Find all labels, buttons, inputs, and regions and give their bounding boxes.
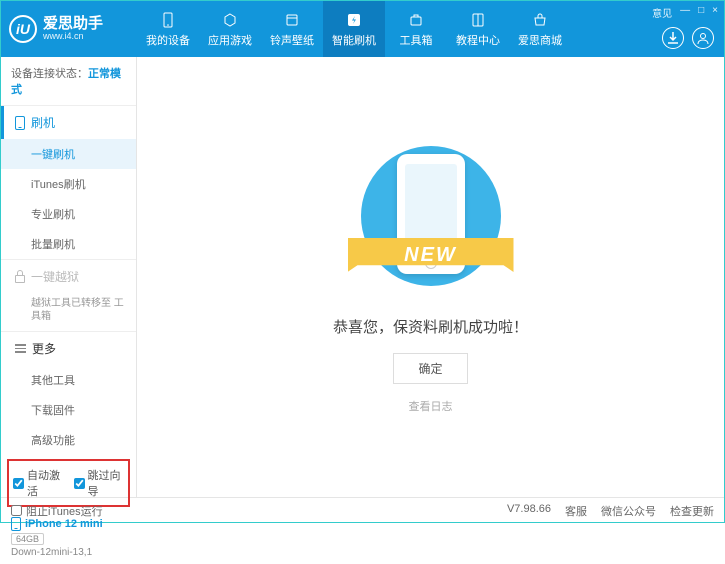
user-button[interactable] bbox=[692, 27, 714, 49]
sidebar-item-more-0[interactable]: 其他工具 bbox=[1, 365, 136, 395]
sidebar-item-more-2[interactable]: 高级功能 bbox=[1, 425, 136, 455]
device-storage: 64GB bbox=[11, 533, 44, 545]
logo-icon: iU bbox=[9, 15, 37, 43]
nav-phone[interactable]: 我的设备 bbox=[137, 1, 199, 57]
device-info[interactable]: iPhone 12 mini 64GB Down-12mini-13,1 bbox=[1, 511, 136, 564]
download-button[interactable] bbox=[662, 27, 684, 49]
ring-icon bbox=[282, 10, 302, 30]
tools-icon bbox=[406, 10, 426, 30]
connection-status: 设备连接状态：正常模式 bbox=[1, 57, 136, 105]
lock-icon bbox=[15, 275, 25, 283]
brand-url: www.i4.cn bbox=[43, 32, 103, 42]
sidebar-section-more[interactable]: 更多 bbox=[1, 332, 136, 365]
minimize-button[interactable]: — bbox=[680, 5, 690, 20]
sidebar: 设备连接状态：正常模式 刷机 一键刷机iTunes刷机专业刷机批量刷机 一键越狱… bbox=[1, 57, 137, 497]
success-illustration: NEW bbox=[356, 140, 506, 300]
shop-icon bbox=[530, 10, 550, 30]
phone-icon bbox=[11, 517, 21, 531]
version-label: V7.98.66 bbox=[507, 503, 551, 519]
device-model: Down-12mini-13,1 bbox=[11, 547, 126, 558]
nav-apps[interactable]: 应用游戏 bbox=[199, 1, 261, 57]
feedback-button[interactable]: 意见 bbox=[652, 5, 672, 20]
nav-tools[interactable]: 工具箱 bbox=[385, 1, 447, 57]
sidebar-section-flash[interactable]: 刷机 bbox=[1, 106, 136, 139]
maximize-button[interactable]: □ bbox=[698, 5, 704, 20]
view-log-link[interactable]: 查看日志 bbox=[409, 398, 453, 414]
sidebar-item-flash-3[interactable]: 批量刷机 bbox=[1, 229, 136, 259]
wechat-link[interactable]: 微信公众号 bbox=[601, 503, 656, 519]
logo-area: iU 爱思助手 www.i4.cn bbox=[9, 15, 137, 43]
sidebar-item-flash-1[interactable]: iTunes刷机 bbox=[1, 169, 136, 199]
sidebar-item-more-1[interactable]: 下载固件 bbox=[1, 395, 136, 425]
phone-icon bbox=[15, 116, 25, 130]
app-header: iU 爱思助手 www.i4.cn 我的设备应用游戏铃声壁纸智能刷机工具箱教程中… bbox=[1, 1, 724, 57]
main-nav: 我的设备应用游戏铃声壁纸智能刷机工具箱教程中心爱思商城 bbox=[137, 1, 571, 57]
nav-book[interactable]: 教程中心 bbox=[447, 1, 509, 57]
apps-icon bbox=[220, 10, 240, 30]
book-icon bbox=[468, 10, 488, 30]
nav-flash[interactable]: 智能刷机 bbox=[323, 1, 385, 57]
jailbreak-note: 越狱工具已转移至 工具箱 bbox=[1, 293, 136, 331]
brand-name: 爱思助手 bbox=[43, 16, 103, 33]
skip-guide-checkbox[interactable]: 跳过向导 bbox=[74, 467, 125, 499]
auto-activate-checkbox[interactable]: 自动激活 bbox=[13, 467, 64, 499]
success-message: 恭喜您，保资料刷机成功啦！ bbox=[333, 316, 528, 337]
options-box: 自动激活 跳过向导 bbox=[7, 459, 130, 507]
window-controls: 意见 — □ × bbox=[652, 5, 718, 20]
nav-ring[interactable]: 铃声壁纸 bbox=[261, 1, 323, 57]
sidebar-section-jailbreak[interactable]: 一键越狱 bbox=[1, 260, 136, 293]
sidebar-item-flash-2[interactable]: 专业刷机 bbox=[1, 199, 136, 229]
close-button[interactable]: × bbox=[712, 5, 718, 20]
menu-icon bbox=[15, 344, 26, 353]
sidebar-item-flash-0[interactable]: 一键刷机 bbox=[1, 139, 136, 169]
service-link[interactable]: 客服 bbox=[565, 503, 587, 519]
phone-icon bbox=[158, 10, 178, 30]
main-content: NEW 恭喜您，保资料刷机成功啦！ 确定 查看日志 bbox=[137, 57, 724, 497]
block-itunes-checkbox[interactable]: 阻止iTunes运行 bbox=[11, 503, 103, 519]
nav-shop[interactable]: 爱思商城 bbox=[509, 1, 571, 57]
confirm-button[interactable]: 确定 bbox=[393, 353, 467, 384]
check-update-link[interactable]: 检查更新 bbox=[670, 503, 714, 519]
flash-icon bbox=[344, 10, 364, 30]
